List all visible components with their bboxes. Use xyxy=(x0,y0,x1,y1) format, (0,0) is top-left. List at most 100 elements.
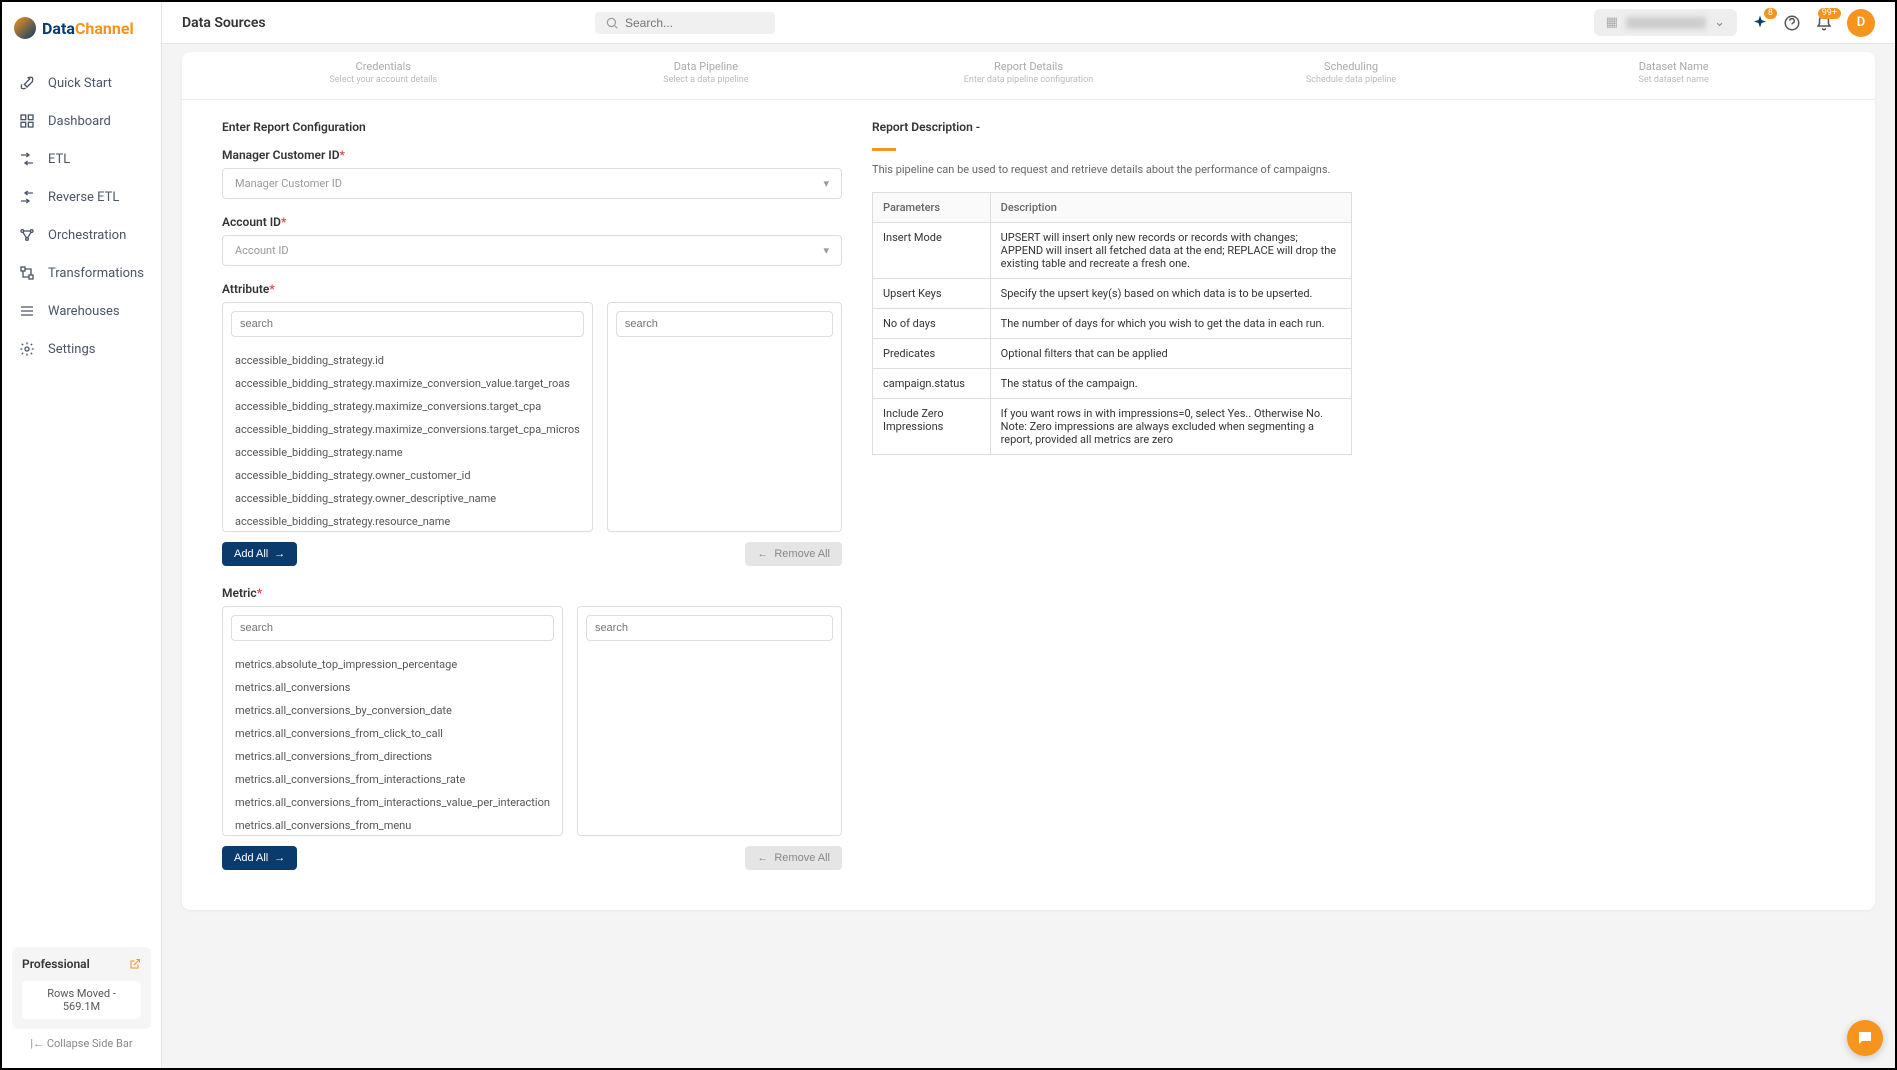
main: Data Sources ▦ ⌄ 8 xyxy=(162,2,1895,1068)
list-item[interactable]: accessible_bidding_strategy.maximize_con… xyxy=(223,372,592,395)
notifications-button[interactable]: 99+ xyxy=(1815,14,1833,32)
list-item[interactable]: accessible_bidding_strategy.resource_nam… xyxy=(223,510,592,531)
plan-name: Professional xyxy=(22,957,90,971)
database-icon xyxy=(18,302,36,320)
list-item[interactable]: metrics.all_conversions_by_conversion_da… xyxy=(223,699,562,722)
help-button[interactable] xyxy=(1783,14,1801,32)
table-row: Insert ModeUPSERT will insert only new r… xyxy=(873,223,1352,279)
description-text: This pipeline can be used to request and… xyxy=(872,163,1352,176)
chevron-down-icon: ▾ xyxy=(823,244,829,257)
metric-selected-list xyxy=(578,649,841,835)
list-item[interactable]: metrics.all_conversions_from_directions xyxy=(223,745,562,768)
sparkle-button[interactable]: 8 xyxy=(1751,14,1769,32)
step-report-details[interactable]: Report DetailsEnter data pipeline config… xyxy=(867,60,1190,85)
list-item[interactable]: metrics.all_conversions xyxy=(223,676,562,699)
flow-icon xyxy=(18,150,36,168)
gear-icon xyxy=(18,340,36,358)
logo-text: DataChannel xyxy=(42,19,134,38)
add-all-attributes-button[interactable]: Add All→ xyxy=(222,542,297,566)
sidebar-item-reverse-etl[interactable]: Reverse ETL xyxy=(2,178,161,216)
form-section-title: Enter Report Configuration xyxy=(222,120,842,134)
sidebar-item-label: Settings xyxy=(48,342,95,357)
attribute-label: Attribute* xyxy=(222,282,842,296)
sidebar-item-label: ETL xyxy=(48,152,70,167)
step-dataset-name[interactable]: Dataset NameSet dataset name xyxy=(1512,60,1835,85)
list-item[interactable]: accessible_bidding_strategy.id xyxy=(223,349,592,372)
reverse-flow-icon xyxy=(18,188,36,206)
sidebar-item-label: Transformations xyxy=(48,266,144,281)
metric-selected-search-input[interactable] xyxy=(586,615,833,641)
arrow-right-icon: → xyxy=(274,852,285,864)
account-id-select[interactable]: Account ID ▾ xyxy=(222,235,842,266)
sidebar-item-quickstart[interactable]: Quick Start xyxy=(2,64,161,102)
title-underline xyxy=(872,148,896,151)
collapse-sidebar-link[interactable]: |← Collapse Side Bar xyxy=(12,1029,151,1058)
step-pipeline[interactable]: Data PipelineSelect a data pipeline xyxy=(545,60,868,85)
account-dropdown[interactable]: ▦ ⌄ xyxy=(1594,9,1737,36)
remove-all-metrics-button[interactable]: ←Remove All xyxy=(745,846,842,870)
logo: DataChannel xyxy=(2,2,161,54)
sidebar-item-label: Orchestration xyxy=(48,228,126,243)
table-row: No of daysThe number of days for which y… xyxy=(873,309,1352,339)
step-scheduling[interactable]: SchedulingSchedule data pipeline xyxy=(1190,60,1513,85)
sidebar-item-etl[interactable]: ETL xyxy=(2,140,161,178)
sparkle-badge: 8 xyxy=(1764,8,1777,19)
manager-id-select[interactable]: Manager Customer ID ▾ xyxy=(222,168,842,199)
metric-selected-panel xyxy=(577,606,842,836)
add-all-metrics-button[interactable]: Add All→ xyxy=(222,846,297,870)
external-link-icon[interactable] xyxy=(129,958,141,970)
avatar[interactable]: D xyxy=(1847,9,1875,37)
notifications-badge: 99+ xyxy=(1818,8,1841,19)
manager-id-label: Manager Customer ID* xyxy=(222,148,842,162)
global-search[interactable] xyxy=(595,12,775,34)
list-item[interactable]: accessible_bidding_strategy.maximize_con… xyxy=(223,418,592,441)
list-item[interactable]: metrics.all_conversions_from_click_to_ca… xyxy=(223,722,562,745)
table-row: campaign.statusThe status of the campaig… xyxy=(873,369,1352,399)
list-item[interactable]: metrics.all_conversions_from_menu xyxy=(223,814,562,835)
search-input[interactable] xyxy=(625,16,765,30)
attribute-selected-panel xyxy=(607,302,842,532)
stepper: CredentialsSelect your account details D… xyxy=(182,52,1875,100)
list-item[interactable]: metrics.absolute_top_impression_percenta… xyxy=(223,653,562,676)
list-item[interactable]: metrics.all_conversions_from_interaction… xyxy=(223,791,562,814)
chevron-down-icon: ⌄ xyxy=(1714,15,1725,30)
nav: Quick Start Dashboard ETL Reverse ETL Or… xyxy=(2,54,161,937)
metric-list: metrics.absolute_top_impression_percenta… xyxy=(223,649,562,835)
attribute-list: accessible_bidding_strategy.idaccessible… xyxy=(223,345,592,531)
attribute-available-panel: accessible_bidding_strategy.idaccessible… xyxy=(222,302,593,532)
metric-search-input[interactable] xyxy=(231,615,554,641)
list-item[interactable]: accessible_bidding_strategy.maximize_con… xyxy=(223,395,592,418)
plan-rows: Rows Moved - 569.1M xyxy=(22,981,141,1019)
remove-all-attributes-button[interactable]: ←Remove All xyxy=(745,542,842,566)
grid-icon xyxy=(18,112,36,130)
sidebar-item-settings[interactable]: Settings xyxy=(2,330,161,368)
sidebar-item-transformations[interactable]: Transformations xyxy=(2,254,161,292)
list-item[interactable]: accessible_bidding_strategy.owner_custom… xyxy=(223,464,592,487)
list-item[interactable]: metrics.all_conversions_from_interaction… xyxy=(223,768,562,791)
sidebar-item-label: Quick Start xyxy=(48,76,112,91)
list-item[interactable]: accessible_bidding_strategy.owner_descri… xyxy=(223,487,592,510)
chevron-down-icon: ▾ xyxy=(823,177,829,190)
attribute-selected-search-input[interactable] xyxy=(616,311,833,337)
attribute-search-input[interactable] xyxy=(231,311,584,337)
search-icon xyxy=(605,16,619,30)
metric-available-panel: metrics.absolute_top_impression_percenta… xyxy=(222,606,563,836)
logo-icon xyxy=(14,17,36,39)
sidebar-item-label: Dashboard xyxy=(48,114,111,129)
chat-bubble[interactable] xyxy=(1847,1020,1883,1056)
sidebar-item-warehouses[interactable]: Warehouses xyxy=(2,292,161,330)
collapse-icon: |← xyxy=(30,1037,44,1050)
sidebar-item-orchestration[interactable]: Orchestration xyxy=(2,216,161,254)
account-icon: ▦ xyxy=(1606,15,1618,30)
transform-icon xyxy=(18,264,36,282)
sidebar-item-dashboard[interactable]: Dashboard xyxy=(2,102,161,140)
step-credentials[interactable]: CredentialsSelect your account details xyxy=(222,60,545,85)
sidebar-item-label: Reverse ETL xyxy=(48,190,119,205)
account-name-blurred xyxy=(1626,17,1706,29)
sidebar-item-label: Warehouses xyxy=(48,304,120,319)
list-item[interactable]: accessible_bidding_strategy.name xyxy=(223,441,592,464)
parameters-table: Parameters Description Insert ModeUPSERT… xyxy=(872,192,1352,455)
metric-label: Metric* xyxy=(222,586,842,600)
arrow-left-icon: ← xyxy=(757,548,768,560)
account-id-label: Account ID* xyxy=(222,215,842,229)
